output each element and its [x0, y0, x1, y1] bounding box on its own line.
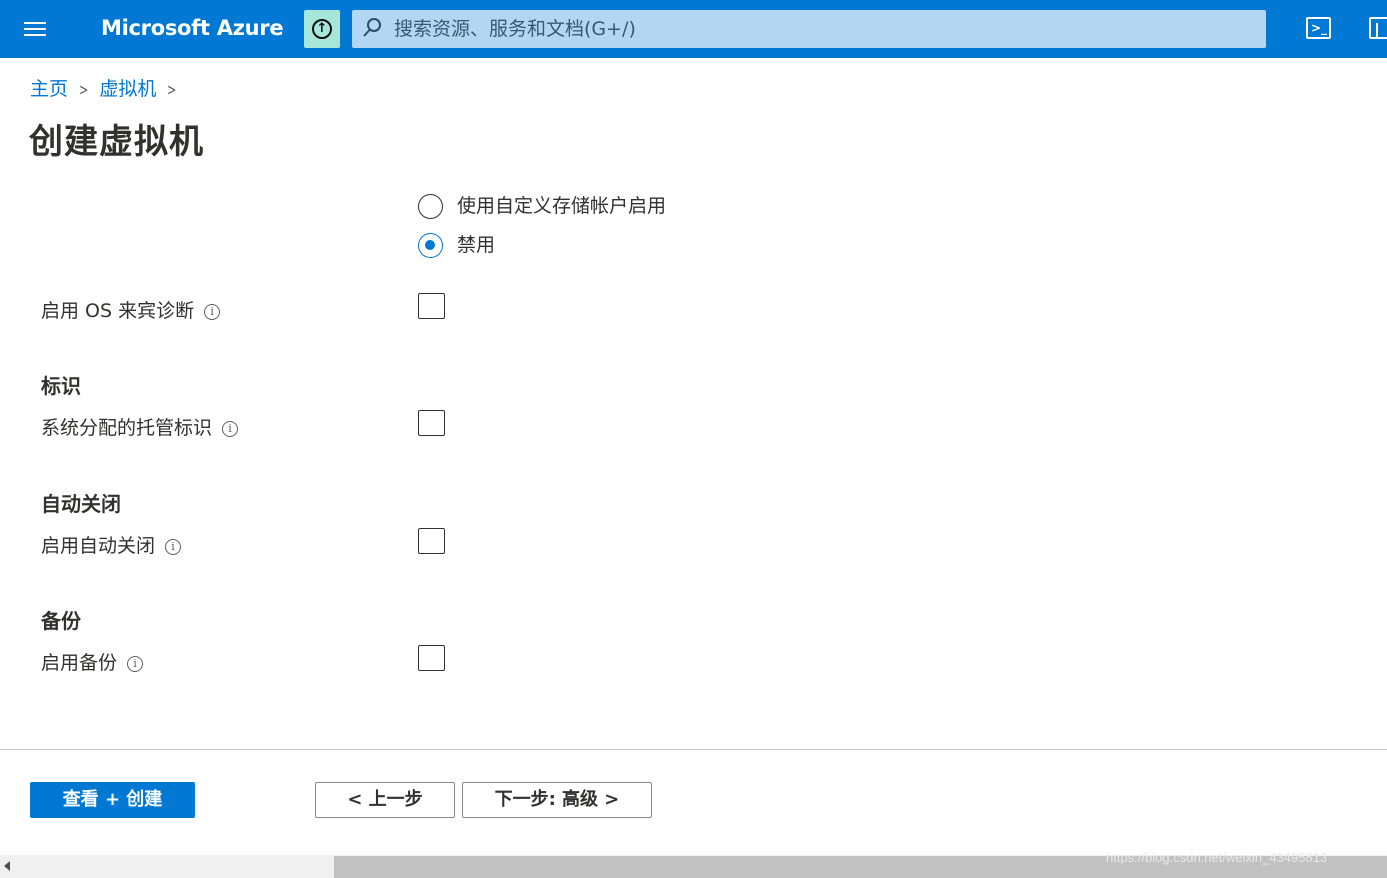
- managed-identity-checkbox[interactable]: [418, 410, 445, 436]
- previous-button[interactable]: < 上一步: [315, 782, 455, 818]
- cloud-shell-icon[interactable]: >_: [1306, 17, 1331, 39]
- chevron-right-icon: >: [167, 80, 177, 99]
- next-advanced-button[interactable]: 下一步: 高级 >: [462, 782, 652, 818]
- os-guest-diag-label: 启用 OS 来宾诊断 i: [41, 298, 221, 324]
- info-icon[interactable]: i: [204, 304, 221, 320]
- upgrade-button[interactable]: ↑: [304, 10, 340, 48]
- info-icon[interactable]: i: [222, 421, 239, 437]
- breadcrumb: 主页 > 虚拟机 >: [30, 74, 188, 102]
- backup-heading: 备份: [41, 609, 81, 633]
- radio-label: 使用自定义存储帐户启用: [457, 195, 667, 217]
- search-box[interactable]: [352, 10, 1266, 48]
- info-icon[interactable]: i: [127, 656, 144, 672]
- autoshutdown-checkbox[interactable]: [418, 528, 445, 554]
- watermark: https://blog.csdn.net/weixin_43495813: [1106, 850, 1328, 865]
- scroll-left-icon[interactable]: [4, 861, 10, 871]
- backup-checkbox[interactable]: [418, 645, 445, 671]
- autoshutdown-heading: 自动关闭: [41, 492, 121, 516]
- brand-title[interactable]: Microsoft Azure: [101, 16, 284, 40]
- footer-divider: [0, 749, 1387, 750]
- managed-identity-label: 系统分配的托管标识 i: [41, 415, 239, 441]
- breadcrumb-home[interactable]: 主页: [30, 78, 68, 100]
- backup-label: 启用备份 i: [41, 650, 144, 676]
- radio-button[interactable]: [418, 194, 443, 219]
- breadcrumb-virtual-machines[interactable]: 虚拟机: [99, 78, 156, 100]
- page-title: 创建虚拟机: [29, 122, 204, 162]
- autoshutdown-label: 启用自动关闭 i: [41, 533, 182, 559]
- search-input[interactable]: [394, 10, 1244, 48]
- identity-heading: 标识: [41, 374, 81, 398]
- info-icon[interactable]: i: [165, 539, 182, 555]
- directory-filter-icon[interactable]: [1366, 14, 1387, 44]
- search-icon: [363, 18, 381, 37]
- radio-label: 禁用: [457, 234, 496, 256]
- os-guest-diag-checkbox[interactable]: [418, 293, 445, 319]
- radio-button-selected[interactable]: [418, 233, 443, 258]
- top-bar: Microsoft Azure ↑ >_: [0, 0, 1387, 58]
- chevron-right-icon: >: [79, 80, 89, 99]
- review-create-button[interactable]: 查看 + 创建: [30, 782, 195, 818]
- menu-icon[interactable]: [20, 17, 50, 41]
